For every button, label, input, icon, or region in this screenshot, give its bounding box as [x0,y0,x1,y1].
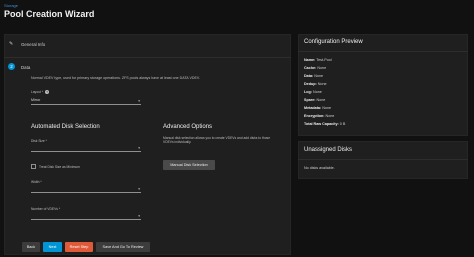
treat-as-minimum-label: Treat Disk Size as Minimum [39,165,80,169]
advanced-section-title: Advanced Options [163,124,213,130]
width-select[interactable]: ▾ [31,186,141,193]
num-vdevs-select[interactable]: ▾ [31,213,141,220]
save-and-review-button[interactable]: Save And Go To Review [96,242,150,252]
config-row-metadata: Metadata: None [304,106,332,110]
treat-as-minimum-checkbox[interactable] [31,164,36,169]
back-button[interactable]: Back [22,242,40,252]
layout-select[interactable]: Mirror ▾ [31,98,141,105]
num-vdevs-label: Number of VDEVs * [31,207,61,211]
chevron-down-icon: ▾ [138,214,140,218]
config-divider [298,51,468,52]
pencil-icon: ✎ [9,41,14,47]
manual-disk-selection-button[interactable]: Manual Disk Selection [163,160,215,170]
config-row-total-raw-capacity: Total Raw Capacity: 0 B [304,122,346,126]
page-title: Pool Creation Wizard [4,9,95,19]
config-row-data: Data: None [304,74,324,78]
step-number-badge: 2 [8,63,15,70]
step-data[interactable]: Data [21,65,30,70]
configuration-preview-title: Configuration Preview [304,39,363,45]
step-divider [4,57,291,58]
config-row-name: Name: Test-Pool [304,58,332,62]
config-row-cache: Cache: None [304,66,327,70]
chevron-down-icon: ▾ [138,99,140,103]
next-button[interactable]: Next [43,242,62,252]
advanced-description: Manual disk selection allows you to crea… [163,136,271,145]
config-row-encryption: Encryption: None [304,114,335,118]
chevron-down-icon: ▾ [138,146,140,150]
config-row-dedup: Dedup: None [304,82,327,86]
layout-label: Layout *? [31,90,50,95]
disk-size-label: Disk Size * [31,139,47,143]
automated-section-title: Automated Disk Selection [31,124,100,130]
data-step-intro: Normal VDEV type, used for primary stora… [31,76,200,80]
step-general-info[interactable]: General Info [21,42,45,47]
disk-size-select[interactable]: ▾ [31,145,141,152]
config-row-log: Log: None [304,90,322,94]
breadcrumb[interactable]: Storage [4,3,18,8]
chevron-down-icon: ▾ [138,187,140,191]
no-disks-message: No disks available. [304,166,335,170]
config-row-spare: Spare: None [304,98,326,102]
width-label: Width * [31,180,42,184]
unassigned-disks-title: Unassigned Disks [304,147,353,153]
unassigned-divider [298,159,468,160]
help-icon[interactable]: ? [45,90,50,95]
reset-step-button[interactable]: Reset Step [65,242,93,252]
